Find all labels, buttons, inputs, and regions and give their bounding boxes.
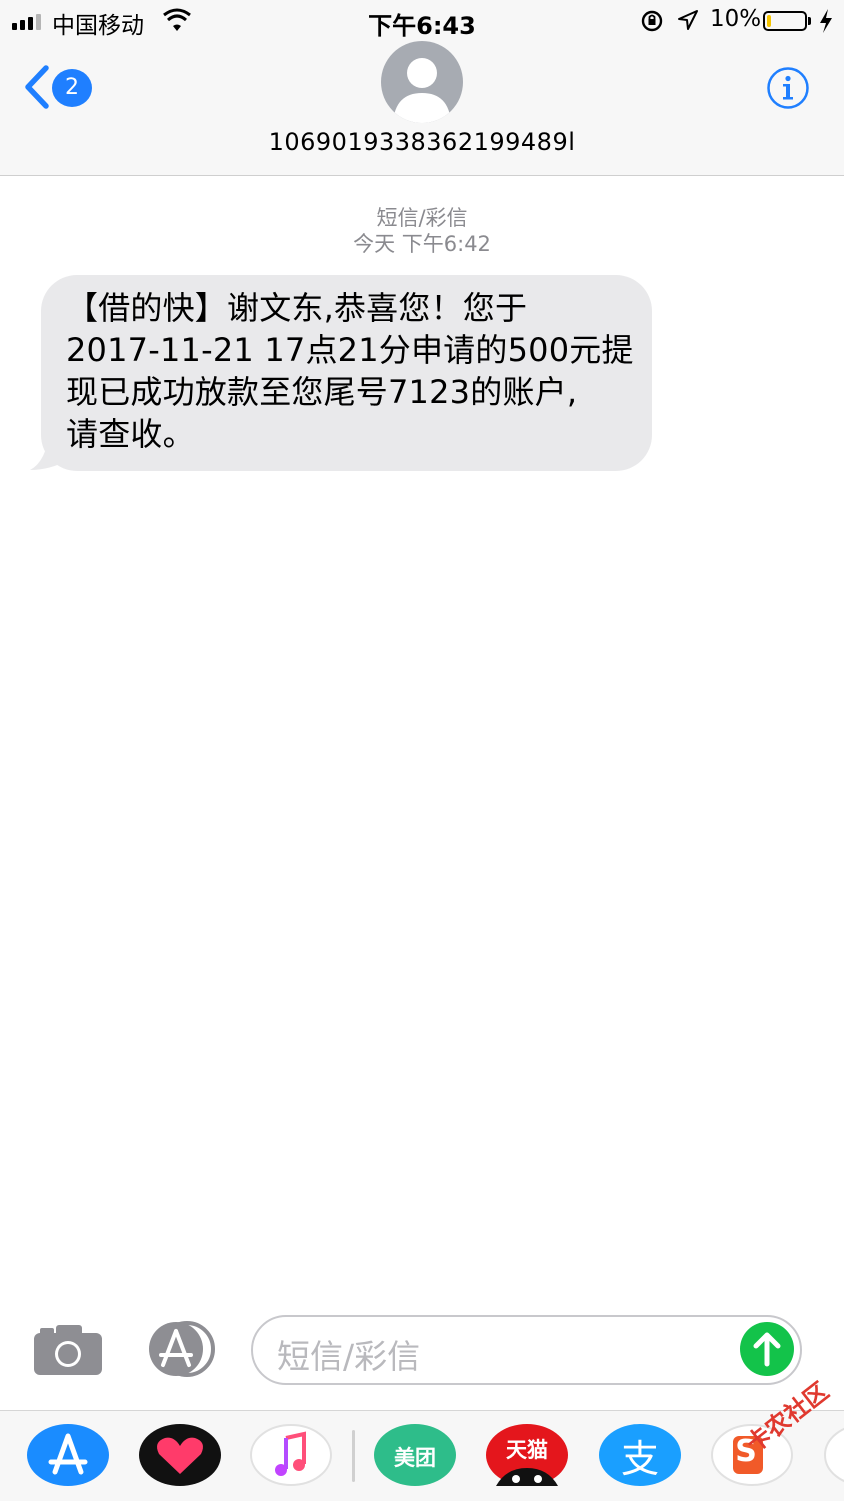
meituan-label: 美团 (394, 1446, 436, 1470)
drawer-divider (352, 1430, 355, 1482)
app-store-icon[interactable] (143, 1321, 215, 1377)
orientation-lock-icon (641, 10, 663, 32)
battery-percent: 10% (710, 6, 762, 32)
sender-number[interactable]: 1069019338362199489l (0, 128, 844, 156)
music-note-icon (250, 1424, 332, 1486)
charging-bolt-icon (820, 9, 832, 33)
unread-count-badge[interactable]: 2 (52, 69, 92, 107)
status-bar: 中国移动 下午6:43 10% (0, 0, 844, 42)
message-timestamp: 今天 下午6:42 (353, 232, 491, 256)
drawer-music[interactable] (250, 1424, 332, 1486)
battery-nub (808, 17, 811, 25)
send-button[interactable] (740, 1322, 794, 1376)
battery-icon (763, 11, 807, 31)
drawer-more-app[interactable] (823, 1424, 844, 1486)
alipay-label: 支 (620, 1437, 659, 1481)
info-icon[interactable] (766, 66, 810, 110)
tmall-label: 天猫 (506, 1438, 548, 1462)
send-arrow-icon (753, 1332, 781, 1367)
message-text: 【借的快】谢文东,恭喜您！您于 2017-11-21 17点21分申请的500元… (66, 287, 646, 455)
message-line: 【借的快】谢文东,恭喜您！您于 (66, 289, 528, 327)
partial-app-icon (824, 1427, 844, 1483)
heart-icon (139, 1424, 221, 1486)
camera-icon[interactable] (34, 1325, 102, 1375)
contact-avatar-icon[interactable] (381, 41, 463, 123)
message-line: 请查收。 (66, 415, 195, 453)
drawer-app-store[interactable] (27, 1424, 109, 1486)
back-chevron-icon[interactable] (22, 64, 52, 110)
location-icon (678, 10, 698, 30)
drawer-digital-touch[interactable] (139, 1424, 221, 1486)
message-input-placeholder: 短信/彩信 (277, 1337, 421, 1376)
app-store-icon (27, 1424, 109, 1486)
message-line: 2017-11-21 17点21分申请的500元提 (66, 331, 634, 369)
message-line: 现已成功放款至您尾号7123的账户, (66, 373, 578, 411)
